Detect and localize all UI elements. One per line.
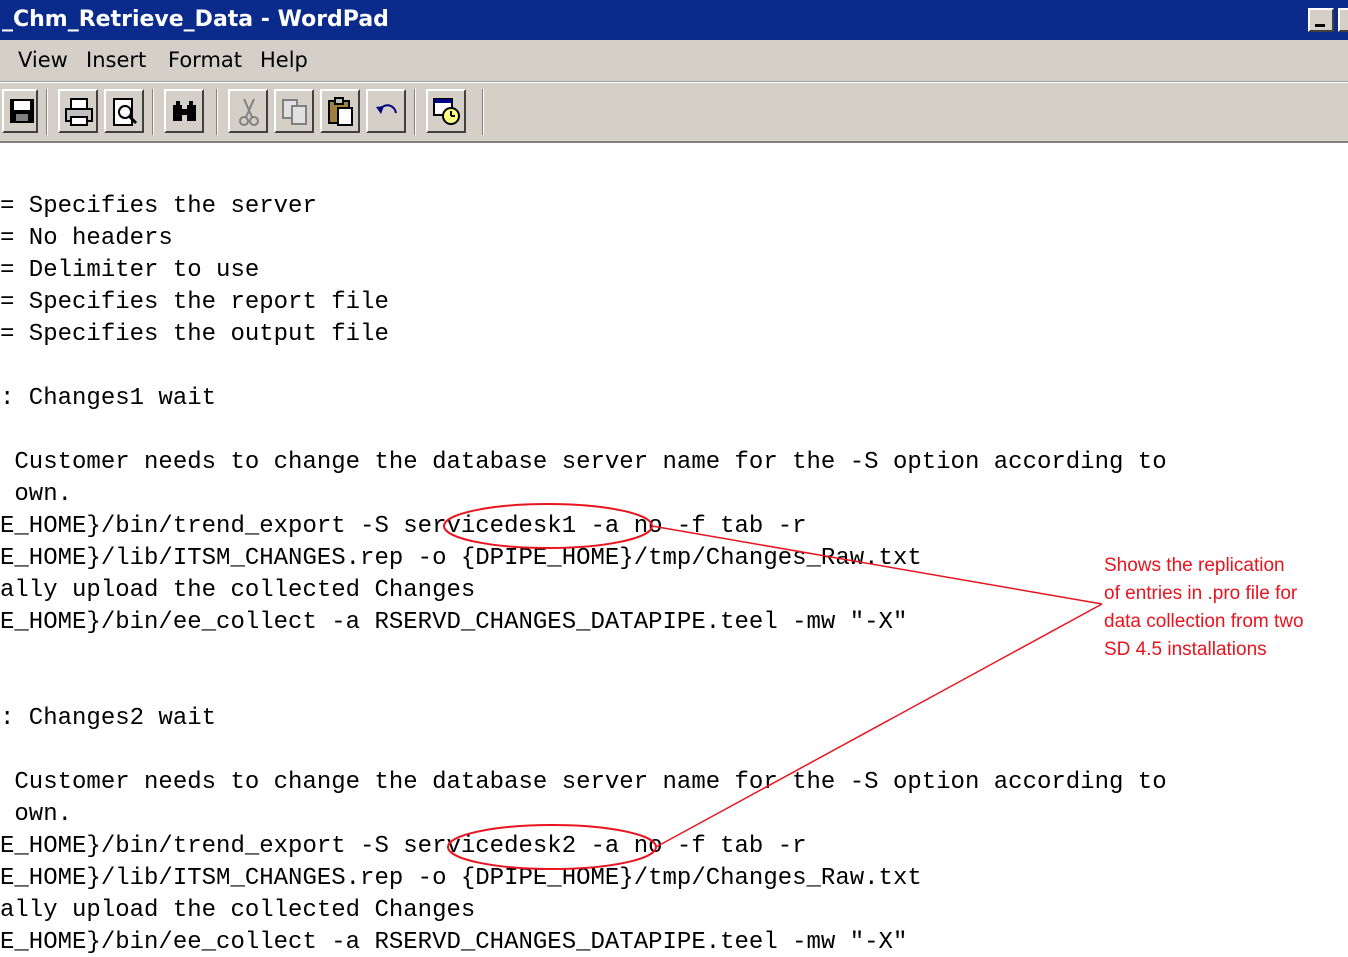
doc-line: : Changes1 wait: [0, 385, 217, 412]
doc-line: = Specifies the output file: [0, 321, 389, 348]
doc-line: own.: [0, 801, 73, 828]
doc-line: own.: [0, 481, 73, 508]
print-icon: [65, 98, 93, 126]
menu-view[interactable]: View: [18, 48, 68, 72]
print-preview-button[interactable]: [104, 89, 144, 133]
doc-line: = Specifies the server: [0, 193, 317, 220]
doc-line: ally upload the collected Changes: [0, 577, 476, 604]
title-bar: _Chm_Retrieve_Data - WordPad: [0, 0, 1348, 40]
print-button[interactable]: [58, 89, 98, 133]
document-area[interactable]: = Specifies the server = No headers = De…: [0, 145, 1348, 957]
doc-line: E_HOME}/lib/ITSM_CHANGES.rep -o {DPIPE_H…: [0, 865, 922, 892]
doc-line: Customer needs to change the database se…: [0, 449, 1167, 476]
annotation-line: of entries in .pro file for: [1104, 583, 1298, 604]
menu-help[interactable]: Help: [260, 48, 308, 72]
doc-line: E_HOME}/lib/ITSM_CHANGES.rep -o {DPIPE_H…: [0, 545, 922, 572]
cut-button[interactable]: [228, 89, 268, 133]
undo-button[interactable]: [366, 89, 406, 133]
minimize-button[interactable]: [1308, 8, 1334, 32]
insert-datetime-icon: [433, 98, 460, 125]
doc-line: Customer needs to change the database se…: [0, 769, 1167, 796]
doc-line: E_HOME}/bin/trend_export -S servicedesk1…: [0, 513, 807, 540]
copy-button[interactable]: [274, 89, 314, 133]
doc-line: ally upload the collected Changes: [0, 897, 476, 924]
annotation-line: data collection from two: [1104, 611, 1304, 632]
copy-icon: [282, 99, 307, 125]
window-title: _Chm_Retrieve_Data - WordPad: [2, 7, 389, 32]
doc-line: = Delimiter to use: [0, 257, 260, 284]
annotation-line: Shows the replication: [1104, 555, 1285, 576]
save-button[interactable]: [2, 89, 38, 133]
annotation-callout: Shows the replication of entries in .pro…: [1104, 552, 1348, 664]
doc-line: = No headers: [0, 225, 173, 252]
save-icon: [10, 99, 34, 123]
doc-line: E_HOME}/bin/ee_collect -a RSERVD_CHANGES…: [0, 609, 908, 636]
doc-line: E_HOME}/bin/ee_collect -a RSERVD_CHANGES…: [0, 929, 908, 956]
menu-format[interactable]: Format: [168, 48, 242, 72]
paste-icon: [328, 97, 353, 126]
find-icon: [173, 101, 196, 121]
insert-datetime-button[interactable]: [426, 89, 466, 133]
doc-line: = Specifies the report file: [0, 289, 389, 316]
annotation-line: SD 4.5 installations: [1104, 639, 1267, 660]
toolbar: [0, 83, 1348, 143]
menu-bar: View Insert Format Help: [0, 40, 1348, 82]
menu-insert[interactable]: Insert: [86, 48, 146, 72]
maximize-button[interactable]: [1338, 8, 1348, 32]
doc-line: E_HOME}/bin/trend_export -S servicedesk2…: [0, 833, 807, 860]
print-preview-icon: [113, 98, 138, 126]
doc-line: : Changes2 wait: [0, 705, 217, 732]
find-button[interactable]: [164, 89, 204, 133]
cut-icon: [239, 98, 259, 126]
paste-button[interactable]: [320, 89, 360, 133]
undo-icon: [376, 104, 397, 114]
